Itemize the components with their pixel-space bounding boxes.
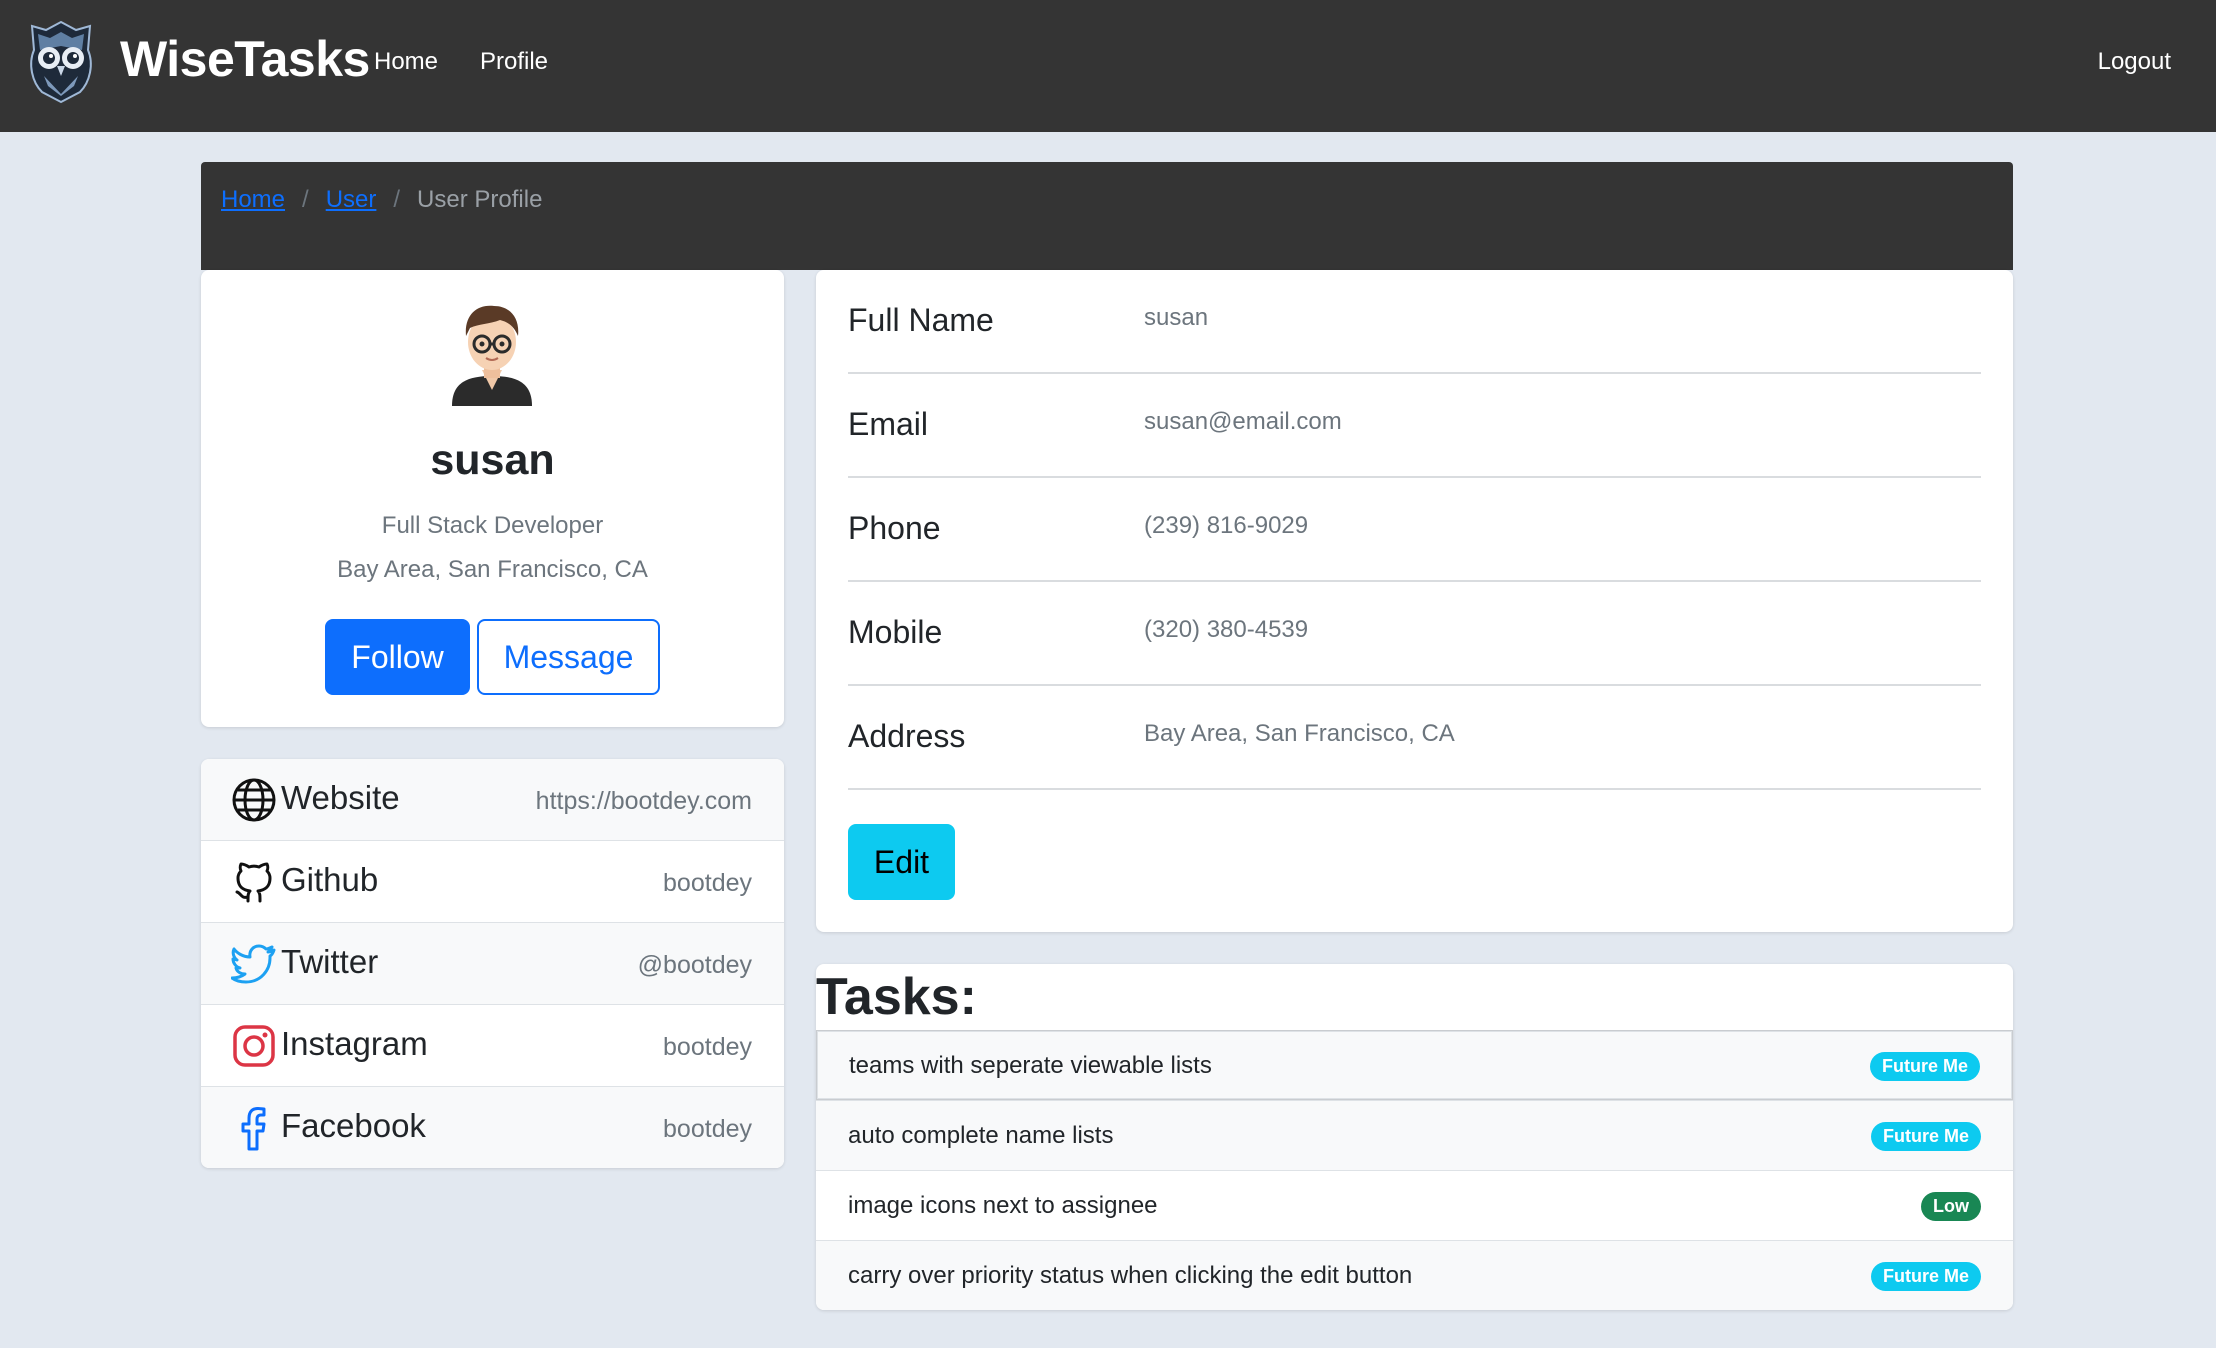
social-row-instagram[interactable]: Instagram bootdey: [201, 1005, 784, 1087]
social-label: Twitter: [281, 943, 379, 980]
follow-button[interactable]: Follow: [325, 619, 470, 695]
social-row-github[interactable]: Github bootdey: [201, 841, 784, 923]
info-row-address: Address Bay Area, San Francisco, CA: [848, 686, 1981, 790]
info-label: Mobile: [848, 614, 943, 650]
info-value: susan@email.com: [1144, 408, 1342, 435]
tasks-heading: Tasks:: [816, 968, 977, 1026]
social-value[interactable]: @bootdey: [638, 951, 752, 980]
breadcrumb-home-link[interactable]: Home: [221, 186, 285, 214]
task-item[interactable]: carry over priority status when clicking…: [816, 1240, 2013, 1310]
info-label: Full Name: [848, 302, 994, 338]
priority-badge: Future Me: [1870, 1122, 1981, 1151]
message-button[interactable]: Message: [477, 619, 660, 695]
brand-name[interactable]: WiseTasks: [120, 30, 370, 88]
breadcrumb-user-link[interactable]: User: [326, 186, 377, 214]
social-value[interactable]: bootdey: [663, 869, 752, 898]
facebook-icon: [241, 1107, 266, 1151]
info-value: Bay Area, San Francisco, CA: [1144, 720, 1455, 747]
globe-icon: [232, 778, 276, 822]
user-info-card: Full Name susan Email susan@email.com Ph…: [816, 270, 2013, 932]
info-value: susan: [1144, 304, 1209, 331]
task-item[interactable]: auto complete name lists Future Me: [816, 1100, 2013, 1170]
task-item[interactable]: teams with seperate viewable lists Futur…: [816, 1030, 2013, 1100]
info-row-email: Email susan@email.com: [848, 374, 1981, 478]
task-item[interactable]: image icons next to assignee Low: [816, 1170, 2013, 1240]
breadcrumb: Home / User / User Profile: [221, 186, 542, 214]
task-list: teams with seperate viewable lists Futur…: [816, 1030, 2013, 1310]
info-label: Phone: [848, 510, 941, 546]
profile-name: susan: [430, 436, 555, 484]
edit-button[interactable]: Edit: [848, 824, 955, 900]
instagram-icon: [233, 1025, 275, 1067]
twitter-icon: [231, 944, 276, 984]
social-row-twitter[interactable]: Twitter @bootdey: [201, 923, 784, 1005]
social-row-facebook[interactable]: Facebook bootdey: [201, 1087, 784, 1168]
profile-title: Full Stack Developer: [381, 512, 604, 539]
priority-badge: Low: [1921, 1192, 1981, 1221]
avatar: [452, 305, 532, 406]
social-row-website[interactable]: Website https://bootdey.com: [201, 759, 784, 841]
tasks-card: Tasks: teams with seperate viewable list…: [816, 964, 2013, 1310]
breadcrumb-current: User Profile: [417, 186, 543, 213]
social-value[interactable]: bootdey: [663, 1033, 752, 1062]
info-row-full-name: Full Name susan: [848, 270, 1981, 374]
breadcrumb-separator: /: [302, 186, 309, 213]
priority-badge: Future Me: [1870, 1262, 1981, 1291]
info-row-phone: Phone (239) 816-9029: [848, 478, 1981, 582]
profile-location: Bay Area, San Francisco, CA: [337, 556, 648, 583]
nav-home-link[interactable]: Home: [374, 48, 438, 76]
owl-logo-icon[interactable]: [24, 20, 98, 104]
breadcrumb-separator: /: [393, 186, 401, 213]
task-text: teams with seperate viewable lists: [849, 1052, 1212, 1079]
nav-profile-link[interactable]: Profile: [480, 48, 548, 76]
info-value: (239) 816-9029: [1144, 512, 1309, 539]
nav-logout-link[interactable]: Logout: [2098, 48, 2171, 76]
priority-badge: Future Me: [1869, 1052, 1980, 1081]
social-value[interactable]: bootdey: [663, 1115, 752, 1144]
info-label: Email: [848, 406, 929, 442]
info-value: (320) 380-4539: [1144, 616, 1309, 643]
info-label: Address: [848, 718, 966, 754]
breadcrumb-bar: Home / User / User Profile: [201, 162, 2013, 270]
profile-card: susan Full Stack Developer Bay Area, San…: [201, 270, 784, 727]
social-links-card: Website https://bootdey.com Github bootd…: [201, 759, 784, 1168]
task-text: carry over priority status when clicking…: [848, 1262, 1413, 1289]
task-text: image icons next to assignee: [848, 1192, 1158, 1219]
social-value[interactable]: https://bootdey.com: [536, 787, 752, 816]
social-label: Instagram: [281, 1025, 428, 1062]
social-label: Facebook: [281, 1107, 426, 1144]
navbar: WiseTasks Home Profile Logout: [0, 0, 2216, 132]
social-label: Website: [281, 779, 400, 816]
info-row-mobile: Mobile (320) 380-4539: [848, 582, 1981, 686]
task-text: auto complete name lists: [848, 1122, 1114, 1149]
social-label: Github: [281, 861, 379, 898]
github-icon: [235, 862, 272, 903]
